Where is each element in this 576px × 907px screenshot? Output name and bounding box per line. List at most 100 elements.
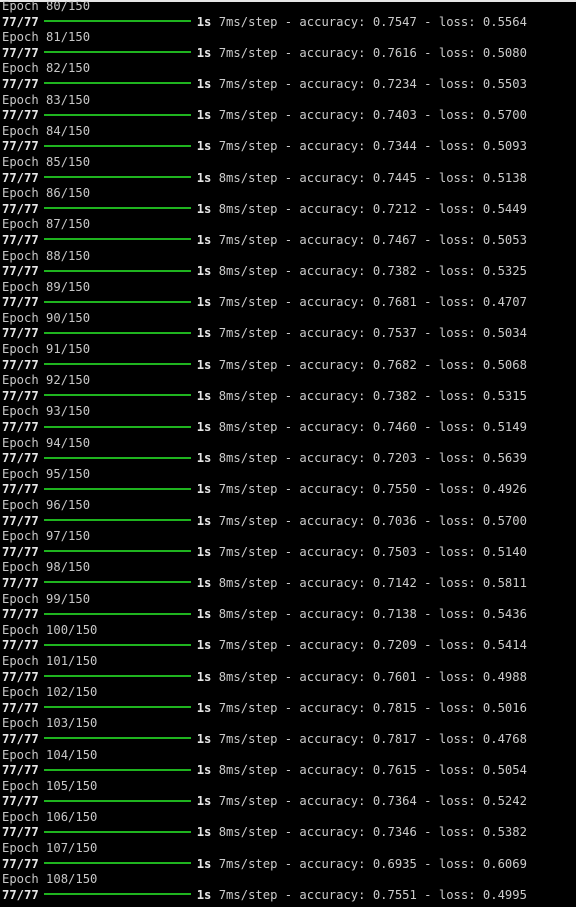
elapsed-time: 1s <box>196 201 212 216</box>
elapsed-time: 1s <box>196 638 212 653</box>
loss-value: 0.5564 <box>482 14 527 29</box>
epoch-header: Epoch 92/150 <box>2 373 91 388</box>
step-time: 7ms/step <box>218 887 278 902</box>
accuracy-value: 0.7036 <box>372 513 417 528</box>
step-count: 77/77 <box>2 388 39 403</box>
loss-value: 0.5325 <box>482 264 527 279</box>
step-count: 77/77 <box>2 513 39 528</box>
step-count: 77/77 <box>2 232 39 247</box>
step-count: 77/77 <box>2 887 39 902</box>
step-count: 77/77 <box>2 76 39 91</box>
accuracy-value: 0.7203 <box>372 451 417 466</box>
progress-bar <box>43 893 191 896</box>
loss-value: 0.5414 <box>482 638 527 653</box>
loss-value: 0.5138 <box>482 170 527 185</box>
progress-line: 77/77 1s 7ms/step - accuracy: 0.7209 - lo… <box>2 638 527 653</box>
elapsed-time: 1s <box>196 513 212 528</box>
step-time: 8ms/step <box>218 420 278 435</box>
progress-bar <box>43 176 191 179</box>
progress-line: 77/77 1s 7ms/step - accuracy: 0.7681 - lo… <box>2 295 527 310</box>
epoch-header: Epoch 83/150 <box>2 92 91 107</box>
accuracy-value: 0.7537 <box>372 326 417 341</box>
progress-line: 77/77 1s 7ms/step - accuracy: 0.7344 - lo… <box>2 139 527 154</box>
step-time: 8ms/step <box>218 575 278 590</box>
progress-bar <box>43 737 191 740</box>
progress-bar <box>43 51 191 54</box>
step-time: 7ms/step <box>218 295 278 310</box>
accuracy-value: 0.7682 <box>372 357 417 372</box>
step-count: 77/77 <box>2 295 39 310</box>
progress-line: 77/77 1s 8ms/step - accuracy: 0.7460 - lo… <box>2 420 527 435</box>
progress-line: 77/77 1s 8ms/step - accuracy: 0.7382 - lo… <box>2 264 527 279</box>
step-time: 7ms/step <box>218 638 278 653</box>
epoch-header: Epoch 90/150 <box>2 310 91 325</box>
elapsed-time: 1s <box>196 794 212 809</box>
accuracy-value: 0.7346 <box>372 825 417 840</box>
step-count: 77/77 <box>2 420 39 435</box>
epoch-header: Epoch 106/150 <box>2 809 98 824</box>
progress-bar <box>43 269 191 272</box>
accuracy-value: 0.7551 <box>372 887 417 902</box>
accuracy-value: 0.7142 <box>372 575 417 590</box>
progress-bar <box>43 300 191 303</box>
epoch-header: Epoch 102/150 <box>2 685 98 700</box>
accuracy-value: 0.7547 <box>372 14 417 29</box>
step-time: 7ms/step <box>218 482 278 497</box>
epoch-header: Epoch 93/150 <box>2 404 91 419</box>
loss-value: 0.5700 <box>482 513 527 528</box>
step-time: 8ms/step <box>218 264 278 279</box>
progress-bar <box>43 363 191 366</box>
epoch-header: Epoch 98/150 <box>2 560 91 575</box>
progress-line: 77/77 1s 8ms/step - accuracy: 0.7382 - lo… <box>2 388 527 403</box>
step-time: 7ms/step <box>218 544 278 559</box>
elapsed-time: 1s <box>196 108 212 123</box>
progress-bar <box>43 331 191 334</box>
elapsed-time: 1s <box>196 575 212 590</box>
loss-value: 0.5140 <box>482 544 527 559</box>
elapsed-time: 1s <box>196 170 212 185</box>
progress-bar <box>43 456 191 459</box>
loss-value: 0.5093 <box>482 139 527 154</box>
progress-line: 77/77 1s 8ms/step - accuracy: 0.7346 - lo… <box>2 825 527 840</box>
accuracy-value: 0.7344 <box>372 139 417 154</box>
step-count: 77/77 <box>2 856 39 871</box>
step-count: 77/77 <box>2 763 39 778</box>
step-count: 77/77 <box>2 700 39 715</box>
elapsed-time: 1s <box>196 731 212 746</box>
epoch-header: Epoch 105/150 <box>2 778 98 793</box>
step-count: 77/77 <box>2 108 39 123</box>
accuracy-value: 0.7234 <box>372 76 417 91</box>
loss-value: 0.5054 <box>482 763 527 778</box>
progress-line: 77/77 1s 7ms/step - accuracy: 0.7815 - lo… <box>2 700 527 715</box>
progress-bar <box>43 675 191 678</box>
step-count: 77/77 <box>2 638 39 653</box>
progress-bar <box>43 799 191 802</box>
step-time: 7ms/step <box>218 108 278 123</box>
progress-line: 77/77 1s 8ms/step - accuracy: 0.7142 - lo… <box>2 575 527 590</box>
step-count: 77/77 <box>2 794 39 809</box>
epoch-header: Epoch 80/150 <box>2 0 91 13</box>
step-time: 7ms/step <box>218 232 278 247</box>
step-count: 77/77 <box>2 825 39 840</box>
accuracy-value: 0.7467 <box>372 232 417 247</box>
progress-bar <box>43 862 191 865</box>
step-time: 7ms/step <box>218 45 278 60</box>
progress-line: 77/77 1s 7ms/step - accuracy: 0.7234 - lo… <box>2 76 527 91</box>
elapsed-time: 1s <box>196 232 212 247</box>
elapsed-time: 1s <box>196 482 212 497</box>
step-time: 7ms/step <box>218 326 278 341</box>
progress-bar <box>43 487 191 490</box>
terminal-output: Epoch 80/150 77/77 1s 7ms/step - accuracy:… <box>0 0 576 903</box>
accuracy-value: 0.7460 <box>372 420 417 435</box>
loss-value: 0.5016 <box>482 700 527 715</box>
elapsed-time: 1s <box>196 326 212 341</box>
epoch-header: Epoch 101/150 <box>2 653 98 668</box>
accuracy-value: 0.7615 <box>372 763 417 778</box>
accuracy-value: 0.7403 <box>372 108 417 123</box>
loss-value: 0.5149 <box>482 420 527 435</box>
progress-line: 77/77 1s 7ms/step - accuracy: 0.7616 - lo… <box>2 45 527 60</box>
accuracy-value: 0.7550 <box>372 482 417 497</box>
progress-line: 77/77 1s 7ms/step - accuracy: 0.6935 - lo… <box>2 856 527 871</box>
progress-line: 77/77 1s 7ms/step - accuracy: 0.7547 - lo… <box>2 14 527 29</box>
epoch-header: Epoch 104/150 <box>2 747 98 762</box>
